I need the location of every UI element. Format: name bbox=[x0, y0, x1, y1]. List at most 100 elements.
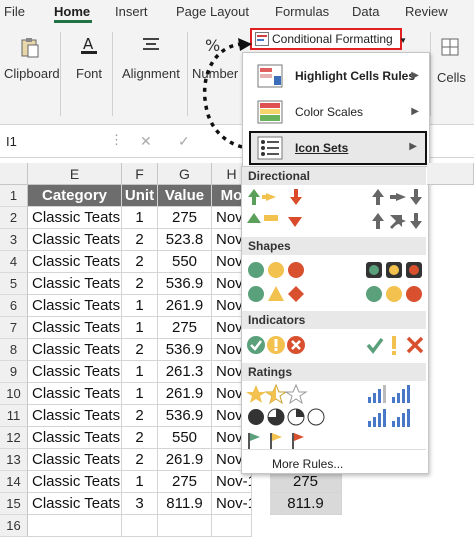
directional-icon-sets[interactable] bbox=[244, 187, 424, 233]
row-header[interactable]: 4 bbox=[0, 251, 28, 273]
table-header-cell[interactable]: Value bbox=[158, 185, 212, 207]
table-cell[interactable]: 2 bbox=[122, 273, 158, 295]
table-cell[interactable]: 275 bbox=[158, 471, 212, 493]
table-cell[interactable]: 811.9 bbox=[270, 493, 342, 515]
name-box[interactable]: I1 bbox=[6, 134, 17, 149]
table-cell[interactable]: Classic Teats bbox=[28, 405, 122, 427]
cells-icon[interactable] bbox=[439, 36, 461, 58]
menu-item-highlight-cells-rules[interactable]: Highlight Cells Rules ▶ bbox=[243, 59, 427, 93]
alignment-group-label[interactable]: Alignment bbox=[122, 66, 180, 81]
table-cell[interactable]: 1 bbox=[122, 295, 158, 317]
table-cell[interactable]: 261.9 bbox=[158, 383, 212, 405]
table-header-cell[interactable]: Unit bbox=[122, 185, 158, 207]
column-header-i[interactable] bbox=[427, 163, 474, 185]
table-cell[interactable]: 536.9 bbox=[158, 339, 212, 361]
row-header[interactable]: 2 bbox=[0, 207, 28, 229]
table-cell[interactable]: 1 bbox=[122, 207, 158, 229]
row-header[interactable]: 11 bbox=[0, 405, 28, 427]
row-header[interactable]: 15 bbox=[0, 493, 28, 515]
table-cell[interactable]: 261.9 bbox=[158, 449, 212, 471]
enter-icon[interactable]: ✓ bbox=[178, 133, 190, 150]
table-cell[interactable]: Nov-16 bbox=[212, 493, 252, 515]
table-cell[interactable] bbox=[158, 515, 212, 537]
tab-file[interactable]: File bbox=[4, 4, 25, 19]
row-header[interactable]: 9 bbox=[0, 361, 28, 383]
table-cell[interactable]: 536.9 bbox=[158, 273, 212, 295]
select-all-corner[interactable] bbox=[0, 163, 28, 185]
tab-home[interactable]: Home bbox=[54, 4, 90, 19]
font-group-label[interactable]: Font bbox=[76, 66, 102, 81]
row-header[interactable]: 10 bbox=[0, 383, 28, 405]
table-cell[interactable]: 550 bbox=[158, 427, 212, 449]
indicators-icon-sets[interactable] bbox=[244, 333, 424, 357]
table-cell[interactable]: 2 bbox=[122, 339, 158, 361]
table-cell[interactable]: Classic Teats bbox=[28, 339, 122, 361]
font-color-icon[interactable]: A bbox=[78, 34, 100, 56]
column-header-f[interactable]: F bbox=[122, 163, 158, 185]
table-cell[interactable]: 2 bbox=[122, 405, 158, 427]
table-cell[interactable]: 3 bbox=[122, 493, 158, 515]
table-cell[interactable]: Classic Teats bbox=[28, 449, 122, 471]
table-cell[interactable]: 1 bbox=[122, 471, 158, 493]
row-header[interactable]: 12 bbox=[0, 427, 28, 449]
table-cell[interactable]: Classic Teats bbox=[28, 317, 122, 339]
row-header[interactable]: 13 bbox=[0, 449, 28, 471]
row-header[interactable]: 16 bbox=[0, 515, 28, 537]
column-header-e[interactable]: E bbox=[28, 163, 122, 185]
table-cell[interactable]: 261.3 bbox=[158, 361, 212, 383]
table-cell[interactable]: 550 bbox=[158, 251, 212, 273]
table-cell[interactable]: 1 bbox=[122, 361, 158, 383]
row-header[interactable]: 7 bbox=[0, 317, 28, 339]
ratings-icon-sets[interactable] bbox=[244, 383, 424, 451]
table-cell[interactable]: 275 bbox=[158, 317, 212, 339]
row-header[interactable]: 5 bbox=[0, 273, 28, 295]
table-cell[interactable] bbox=[28, 515, 122, 537]
table-cell[interactable] bbox=[212, 515, 252, 537]
table-cell[interactable]: Classic Teats bbox=[28, 273, 122, 295]
table-cell[interactable]: 811.9 bbox=[158, 493, 212, 515]
table-cell[interactable]: 275 bbox=[270, 471, 342, 493]
tab-formulas[interactable]: Formulas bbox=[275, 4, 329, 19]
row-header[interactable]: 14 bbox=[0, 471, 28, 493]
cells-group-label[interactable]: Cells bbox=[437, 70, 466, 85]
table-cell[interactable]: Classic Teats bbox=[28, 207, 122, 229]
table-cell[interactable]: 275 bbox=[158, 207, 212, 229]
table-cell[interactable]: Classic Teats bbox=[28, 229, 122, 251]
tab-page-layout[interactable]: Page Layout bbox=[176, 4, 249, 19]
table-cell[interactable]: 536.9 bbox=[158, 405, 212, 427]
table-cell[interactable]: Classic Teats bbox=[28, 383, 122, 405]
table-cell[interactable]: 1 bbox=[122, 317, 158, 339]
table-cell[interactable]: Classic Teats bbox=[28, 427, 122, 449]
menu-item-icon-sets[interactable]: Icon Sets ▶ bbox=[249, 131, 427, 165]
tab-review[interactable]: Review bbox=[405, 4, 448, 19]
table-cell[interactable]: Classic Teats bbox=[28, 471, 122, 493]
table-cell[interactable]: Classic Teats bbox=[28, 295, 122, 317]
tab-insert[interactable]: Insert bbox=[115, 4, 148, 19]
row-header[interactable]: 3 bbox=[0, 229, 28, 251]
table-cell[interactable]: 2 bbox=[122, 229, 158, 251]
row-header[interactable]: 8 bbox=[0, 339, 28, 361]
table-cell[interactable]: 2 bbox=[122, 449, 158, 471]
table-cell[interactable]: Classic Teats bbox=[28, 493, 122, 515]
tab-data[interactable]: Data bbox=[352, 4, 379, 19]
table-cell[interactable]: Classic Teats bbox=[28, 361, 122, 383]
row-header[interactable]: 1 bbox=[0, 185, 28, 207]
shapes-icon-sets[interactable] bbox=[244, 259, 424, 305]
table-cell[interactable] bbox=[122, 515, 158, 537]
cancel-icon[interactable]: ✕ bbox=[140, 133, 152, 150]
table-cell[interactable]: 2 bbox=[122, 427, 158, 449]
paste-icon[interactable] bbox=[19, 36, 41, 58]
table-cell[interactable]: 523.8 bbox=[158, 229, 212, 251]
clipboard-group-label[interactable]: Clipboard bbox=[4, 66, 60, 81]
table-cell[interactable]: 2 bbox=[122, 251, 158, 273]
table-cell[interactable]: Classic Teats bbox=[28, 251, 122, 273]
table-cell[interactable]: 261.9 bbox=[158, 295, 212, 317]
table-cell[interactable]: Nov-16 bbox=[212, 471, 252, 493]
row-header[interactable]: 6 bbox=[0, 295, 28, 317]
alignment-icon[interactable] bbox=[140, 34, 162, 56]
menu-item-color-scales[interactable]: Color Scales ▶ bbox=[243, 95, 427, 129]
table-header-cell[interactable]: Category bbox=[28, 185, 122, 207]
conditional-formatting-button[interactable]: Conditional Formatting ▼ bbox=[250, 28, 407, 50]
column-header-g[interactable]: G bbox=[158, 163, 212, 185]
table-cell[interactable]: 1 bbox=[122, 383, 158, 405]
